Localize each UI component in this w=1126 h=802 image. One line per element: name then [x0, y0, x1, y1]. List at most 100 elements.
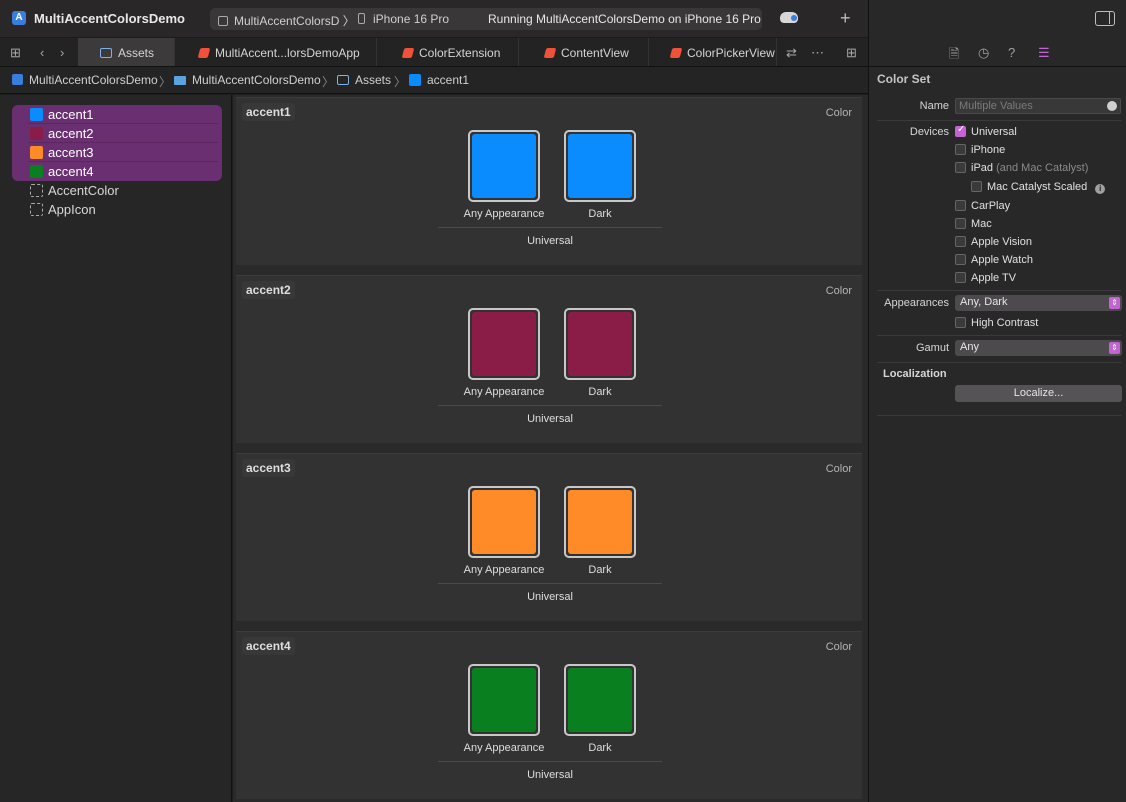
device-mac-catalyst-scaled-checkbox[interactable]: Mac Catalyst Scaled i: [971, 181, 1106, 194]
tab-app[interactable]: MultiAccent...lorsDemoApp: [175, 38, 377, 66]
help-inspector-icon[interactable]: ?: [1008, 45, 1015, 60]
dark-appearance-well[interactable]: [564, 308, 636, 380]
list-item[interactable]: accent2: [30, 124, 220, 143]
device-ipad-checkbox[interactable]: iPad (and Mac Catalyst): [955, 162, 1088, 174]
list-item[interactable]: AccentColor: [30, 181, 220, 200]
any-appearance-label: Any Appearance: [463, 564, 545, 576]
checkbox-icon[interactable]: [955, 317, 966, 328]
go-arrow-icon[interactable]: [1107, 101, 1117, 111]
color-set-card[interactable]: accent3 Color Any Appearance Dark Univer…: [236, 453, 862, 621]
asset-catalog-icon: [100, 48, 112, 58]
info-icon[interactable]: i: [1095, 184, 1106, 194]
color-set-card[interactable]: accent2 Color Any Appearance Dark Univer…: [236, 275, 862, 443]
list-item[interactable]: accent3: [30, 143, 220, 162]
color-swatch-icon: [30, 146, 43, 159]
project-icon: [12, 74, 23, 85]
tab-assets[interactable]: Assets: [78, 38, 175, 66]
any-appearance-label: Any Appearance: [463, 742, 545, 754]
list-item[interactable]: accent1: [30, 105, 220, 124]
checkbox-icon[interactable]: [955, 162, 966, 173]
dark-appearance-well[interactable]: [564, 486, 636, 558]
appearances-popup[interactable]: Any, Dark ⇕: [955, 295, 1122, 311]
file-inspector-icon[interactable]: 🗎: [949, 45, 959, 67]
device-carplay-checkbox[interactable]: CarPlay: [955, 200, 1010, 212]
more-icon[interactable]: ⋯: [811, 45, 824, 61]
back-chevron-icon[interactable]: ‹: [40, 45, 44, 60]
high-contrast-checkbox[interactable]: High Contrast: [955, 317, 1038, 329]
device-apple-vision-checkbox[interactable]: Apple Vision: [955, 236, 1032, 248]
breadcrumb-separator: 〉: [159, 75, 172, 89]
localize-button[interactable]: Localize...: [955, 385, 1122, 402]
any-appearance-well[interactable]: [468, 308, 540, 380]
device-apple-watch-checkbox[interactable]: Apple Watch: [955, 254, 1033, 266]
device-universal-checkbox[interactable]: Universal: [955, 124, 1017, 138]
tab-content-view[interactable]: ContentView: [519, 38, 649, 66]
tab-color-picker-view[interactable]: ColorPickerView: [649, 38, 777, 66]
any-appearance-label: Any Appearance: [463, 386, 545, 398]
color-set-name: accent4: [242, 637, 295, 655]
color-set-card[interactable]: accent4 Color Any Appearance Dark Univer…: [236, 631, 862, 799]
divider: [438, 583, 662, 584]
checkbox-icon[interactable]: [955, 200, 966, 211]
dark-label: Dark: [588, 208, 612, 220]
checkbox-icon[interactable]: [955, 144, 966, 155]
tab-color-extension[interactable]: ColorExtension: [377, 38, 519, 66]
checkbox-icon[interactable]: [955, 218, 966, 229]
add-editor-icon[interactable]: ⊞: [846, 45, 857, 61]
inspector-toggle-icon[interactable]: [1095, 11, 1115, 26]
color-set-name: accent2: [242, 281, 295, 299]
grid-icon[interactable]: ⊞: [10, 45, 21, 61]
xcode-project-icon: A: [12, 11, 26, 25]
inspector-toolbar: [869, 0, 1126, 38]
localization-title: Localization: [883, 368, 947, 380]
name-label: Name: [919, 100, 949, 112]
list-item[interactable]: accent4: [30, 162, 220, 181]
breadcrumb-folder[interactable]: MultiAccentColorsDemo: [174, 73, 321, 87]
divider: [438, 405, 662, 406]
color-swatch-icon: [30, 165, 43, 178]
run-destination[interactable]: iPhone 16 Pro: [358, 12, 449, 26]
inspector-tabs: 🗎 ◷ ? ☰: [869, 38, 1126, 67]
section-title: Color Set: [877, 72, 931, 86]
scheme-selector[interactable]: MultiAccentColorsD 〉 iPhone 16 Pro Runni…: [210, 8, 762, 30]
scheme-name[interactable]: MultiAccentColorsD 〉: [218, 12, 355, 29]
add-button[interactable]: +: [840, 8, 851, 29]
history-inspector-icon[interactable]: ◷: [978, 45, 989, 61]
device-iphone-checkbox[interactable]: iPhone: [955, 144, 1005, 156]
editor-tab-bar: ⊞ ‹ › Assets MultiAccent...lorsDemoApp C…: [0, 38, 868, 67]
dark-appearance-well[interactable]: [564, 664, 636, 736]
titlebar: A MultiAccentColorsDemo MultiAccentColor…: [0, 0, 868, 38]
cloud-status-icon[interactable]: [780, 12, 798, 23]
folder-icon: [174, 76, 186, 85]
color-set-type: Color: [825, 641, 852, 653]
device-apple-tv-checkbox[interactable]: Apple TV: [955, 272, 1016, 284]
name-field[interactable]: Multiple Values: [955, 98, 1121, 114]
dark-appearance-well[interactable]: [564, 130, 636, 202]
forward-chevron-icon[interactable]: ›: [60, 45, 64, 60]
color-set-type: Color: [825, 107, 852, 119]
empty-asset-icon: [30, 203, 43, 216]
color-swatch-icon: [30, 127, 43, 140]
asset-list: accent1 accent2 accent3 accent4 AccentCo…: [0, 95, 232, 802]
checkbox-icon[interactable]: [955, 236, 966, 247]
any-appearance-well[interactable]: [468, 486, 540, 558]
breadcrumb-project[interactable]: MultiAccentColorsDemo: [12, 73, 158, 87]
breadcrumb-accent1[interactable]: accent1: [409, 73, 469, 87]
breadcrumb: MultiAccentColorsDemo 〉 MultiAccentColor…: [0, 67, 868, 94]
checkbox-icon[interactable]: [955, 272, 966, 283]
checkbox-icon[interactable]: [971, 181, 982, 192]
breadcrumb-separator: 〉: [394, 75, 407, 89]
checkbox-checked-icon[interactable]: [955, 124, 966, 137]
breadcrumb-assets[interactable]: Assets: [337, 73, 391, 87]
device-mac-checkbox[interactable]: Mac: [955, 218, 992, 230]
any-appearance-well[interactable]: [468, 664, 540, 736]
checkbox-icon[interactable]: [955, 254, 966, 265]
attributes-inspector-icon[interactable]: ☰: [1038, 45, 1050, 61]
universal-label: Universal: [527, 413, 573, 425]
any-appearance-well[interactable]: [468, 130, 540, 202]
empty-asset-icon: [30, 184, 43, 197]
color-set-card[interactable]: accent1 Color Any Appearance Dark Univer…: [236, 97, 862, 265]
list-item[interactable]: AppIcon: [30, 200, 220, 219]
swap-icon[interactable]: ⇄: [786, 45, 797, 61]
gamut-popup[interactable]: Any ⇕: [955, 340, 1122, 356]
